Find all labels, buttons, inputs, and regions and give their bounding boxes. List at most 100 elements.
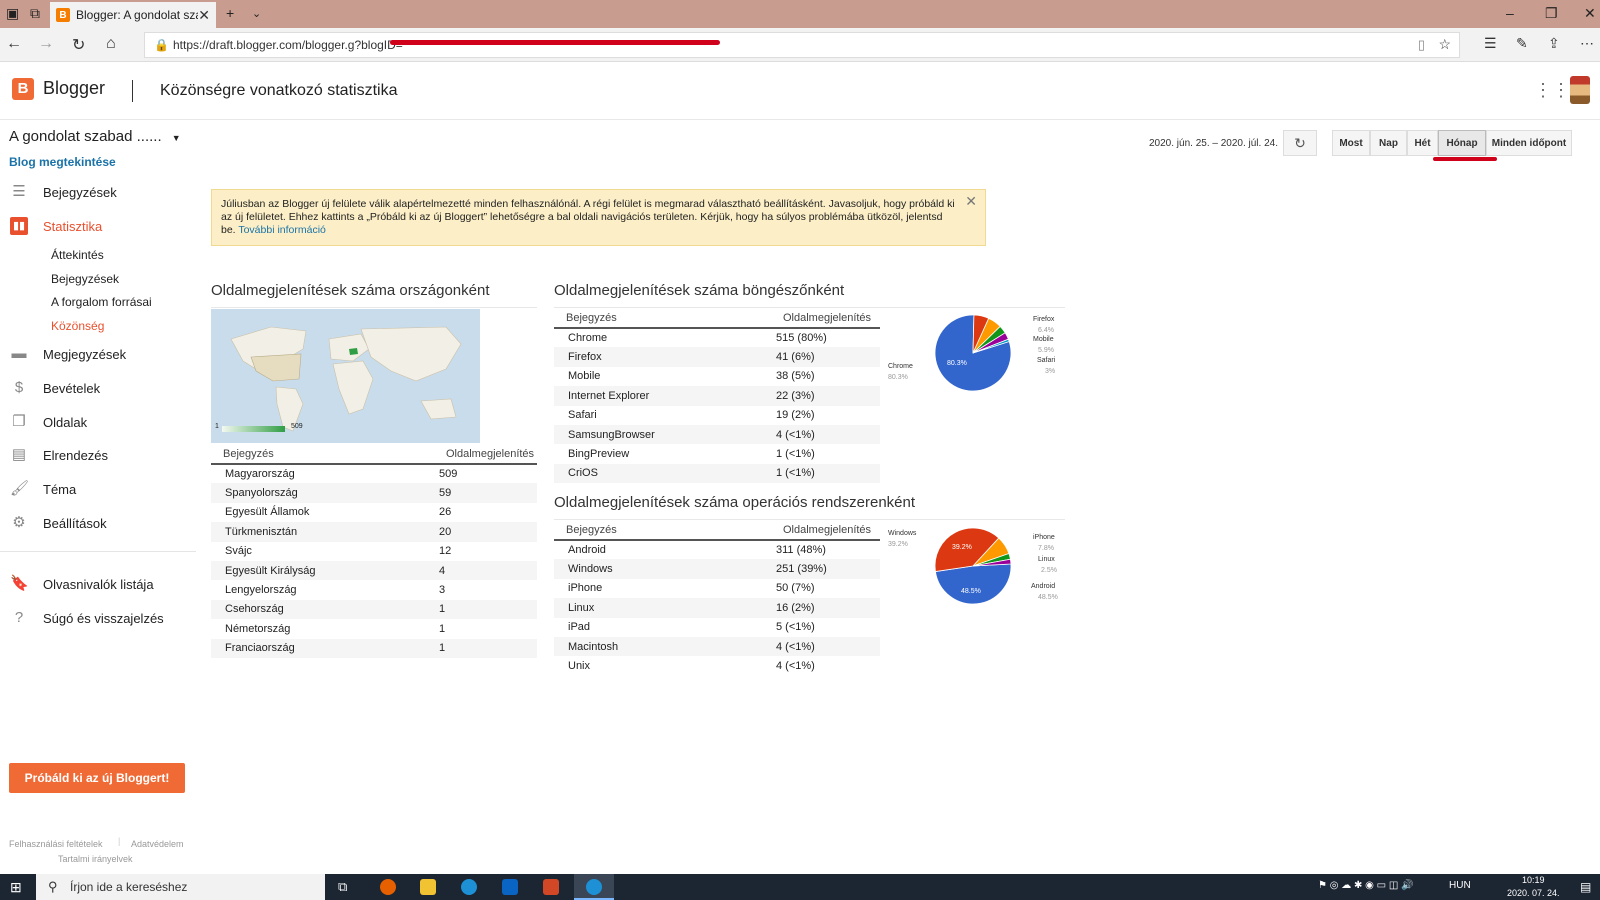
notes-pen-icon[interactable]: ✎ bbox=[1516, 35, 1528, 52]
row-label: iPad bbox=[568, 621, 591, 634]
sidebar-item-theme[interactable]: 🖌 Téma bbox=[10, 480, 76, 498]
sub-audience[interactable]: Közönség bbox=[51, 319, 104, 333]
windows-start-icon[interactable]: ⊞ bbox=[10, 879, 22, 896]
forward-icon[interactable]: → bbox=[38, 35, 54, 53]
bookmark-icon: 🔖 bbox=[10, 575, 29, 592]
col-header-views[interactable]: Oldalmegjelenítés bbox=[434, 444, 537, 465]
view-blog-link[interactable]: Blog megtekintése bbox=[9, 155, 116, 169]
lock-icon: 🔒 bbox=[154, 38, 169, 52]
share-icon[interactable]: ⇪ bbox=[1548, 35, 1560, 52]
notifications-icon[interactable]: ▤ bbox=[1580, 880, 1591, 894]
chevron-down-icon: ▼ bbox=[171, 133, 181, 143]
internet-explorer-icon[interactable] bbox=[461, 879, 477, 895]
content-policy-link[interactable]: Tartalmi irányelvek bbox=[58, 854, 133, 864]
pages-icon: ❐ bbox=[12, 413, 26, 430]
tab-actions-icon[interactable]: ⧉ bbox=[30, 5, 40, 22]
sidebar-item-reading-list[interactable]: 🔖 Olvasnivalók listája bbox=[10, 575, 154, 593]
sidebar-item-settings[interactable]: ⚙ Beállítások bbox=[10, 514, 106, 532]
minimize-icon[interactable]: – bbox=[1506, 5, 1514, 21]
close-window-icon[interactable]: ✕ bbox=[1584, 5, 1596, 22]
more-icon[interactable]: ⋯ bbox=[1580, 35, 1594, 52]
sidebar-item-earnings[interactable]: $ Bevételek bbox=[10, 379, 100, 397]
col-header-entry[interactable]: Bejegyzés bbox=[211, 444, 434, 465]
segment-week[interactable]: Hét bbox=[1407, 130, 1438, 156]
row-label: Csehország bbox=[211, 599, 434, 620]
file-explorer-icon[interactable] bbox=[420, 879, 436, 895]
close-icon[interactable]: ✕ bbox=[965, 194, 977, 208]
outlook-icon[interactable] bbox=[502, 879, 518, 895]
col-header-entry[interactable]: Bejegyzés bbox=[554, 308, 771, 329]
table-row: Franciaország 1 bbox=[211, 638, 537, 658]
segment-day[interactable]: Nap bbox=[1370, 130, 1407, 156]
sub-posts[interactable]: Bejegyzések bbox=[51, 272, 119, 286]
segment-month[interactable]: Hónap bbox=[1438, 130, 1486, 156]
os-table: Bejegyzés Oldalmegjelenítés Android 311 (… bbox=[554, 520, 880, 676]
blog-selector[interactable]: A gondolat szabad ...... ▼ bbox=[9, 128, 181, 145]
back-icon[interactable]: ← bbox=[6, 35, 22, 53]
sidebar-item-comments[interactable]: ▬ Megjegyzések bbox=[10, 345, 127, 363]
brand-name[interactable]: Blogger bbox=[43, 78, 105, 99]
close-tab-icon[interactable]: ✕ bbox=[198, 7, 210, 24]
sidebar-item-stats[interactable]: ▮▮ Statisztika bbox=[10, 217, 102, 235]
tray-icons[interactable]: ⚑ ◎ ☁ ✱ ◉ ▭ ◫ 🔊 bbox=[1318, 880, 1414, 891]
tab-list-chevron-icon[interactable]: ⌄ bbox=[252, 7, 261, 20]
legend-min: 1 bbox=[215, 423, 219, 430]
sub-overview[interactable]: Áttekintés bbox=[51, 248, 104, 262]
reading-view-icon[interactable]: ▯ bbox=[1418, 37, 1425, 53]
sidebar-item-posts[interactable]: ☰ Bejegyzések bbox=[10, 183, 116, 201]
table-row: Unix 4 (<1%) bbox=[554, 656, 880, 675]
try-new-blogger-button[interactable]: Próbáld ki az új Bloggert! bbox=[9, 763, 185, 793]
sidebar-item-layout[interactable]: ▤ Elrendezés bbox=[10, 446, 108, 464]
countries-table: Bejegyzés Oldalmegjelenítés Magyarország… bbox=[211, 444, 537, 658]
tray-time[interactable]: 10:19 bbox=[1522, 875, 1545, 885]
blogger-logo-icon[interactable]: B bbox=[12, 78, 34, 100]
new-tab-icon[interactable]: + bbox=[226, 5, 234, 21]
sidebar-divider bbox=[0, 551, 196, 552]
tray-language[interactable]: HUN bbox=[1449, 880, 1471, 891]
row-value: 4 (<1%) bbox=[771, 424, 880, 445]
gear-icon: ⚙ bbox=[12, 514, 26, 531]
sidebar-item-help[interactable]: ? Súgó és visszajelzés bbox=[10, 609, 164, 627]
page-title: Közönségre vonatkozó statisztika bbox=[160, 82, 398, 99]
dollar-icon: $ bbox=[14, 379, 24, 396]
avatar[interactable] bbox=[1570, 76, 1590, 104]
world-map[interactable]: 1 509 bbox=[211, 309, 480, 443]
restore-icon[interactable]: ❐ bbox=[1545, 5, 1558, 22]
row-value: 515 (80%) bbox=[776, 332, 827, 345]
powerpoint-icon[interactable] bbox=[543, 879, 559, 895]
favorite-star-icon[interactable]: ☆ bbox=[1438, 36, 1451, 53]
col-header-views[interactable]: Oldalmegjelenítés bbox=[771, 308, 880, 329]
task-view-icon[interactable]: ⧉ bbox=[338, 879, 347, 895]
month-annotation-underline bbox=[1433, 157, 1497, 161]
firefox-icon[interactable] bbox=[380, 879, 396, 895]
table-row: Windows 251 (39%) bbox=[554, 559, 880, 579]
pie-bottom-label: 48.5% bbox=[961, 588, 981, 595]
favorites-icon[interactable]: ☰ bbox=[1484, 35, 1497, 52]
privacy-link[interactable]: Adatvédelem bbox=[131, 839, 184, 849]
refresh-button[interactable]: ↻ bbox=[1283, 130, 1317, 156]
segment-all-time[interactable]: Minden időpont bbox=[1486, 130, 1572, 156]
more-info-link[interactable]: További információ bbox=[238, 224, 326, 236]
pie-center-label: 80.3% bbox=[947, 360, 967, 367]
col-header-views[interactable]: Oldalmegjelenítés bbox=[771, 520, 880, 541]
edge-taskbar-button[interactable] bbox=[574, 874, 614, 900]
edge-icon bbox=[586, 879, 602, 895]
col-header-entry[interactable]: Bejegyzés bbox=[554, 520, 771, 541]
url-field[interactable]: 🔒 https://draft.blogger.com/blogger.g?bl… bbox=[144, 32, 1460, 58]
home-icon[interactable]: ⌂ bbox=[106, 35, 116, 53]
segment-now[interactable]: Most bbox=[1332, 130, 1370, 156]
sub-traffic-sources[interactable]: A forgalom forrásai bbox=[51, 295, 152, 309]
legend-max: 509 bbox=[291, 423, 303, 430]
row-value: 4 (<1%) bbox=[776, 660, 815, 673]
window-menu-icon[interactable]: ▣ bbox=[6, 5, 19, 22]
sidebar-item-pages[interactable]: ❐ Oldalak bbox=[10, 413, 87, 431]
taskbar-search[interactable]: ⚲ Írjon ide a kereséshez bbox=[36, 874, 325, 900]
row-label: Magyarország bbox=[225, 468, 295, 481]
tray-date[interactable]: 2020. 07. 24. bbox=[1507, 888, 1560, 898]
terms-link[interactable]: Felhasználási feltételek bbox=[9, 839, 103, 849]
reload-icon[interactable]: ↻ bbox=[72, 35, 85, 55]
blogger-favicon-icon: B bbox=[56, 8, 70, 22]
layout-icon: ▤ bbox=[11, 446, 27, 463]
theme-icon: 🖌 bbox=[10, 480, 30, 497]
browser-tab[interactable]: B Blogger: A gondolat sza ✕ bbox=[50, 2, 216, 28]
